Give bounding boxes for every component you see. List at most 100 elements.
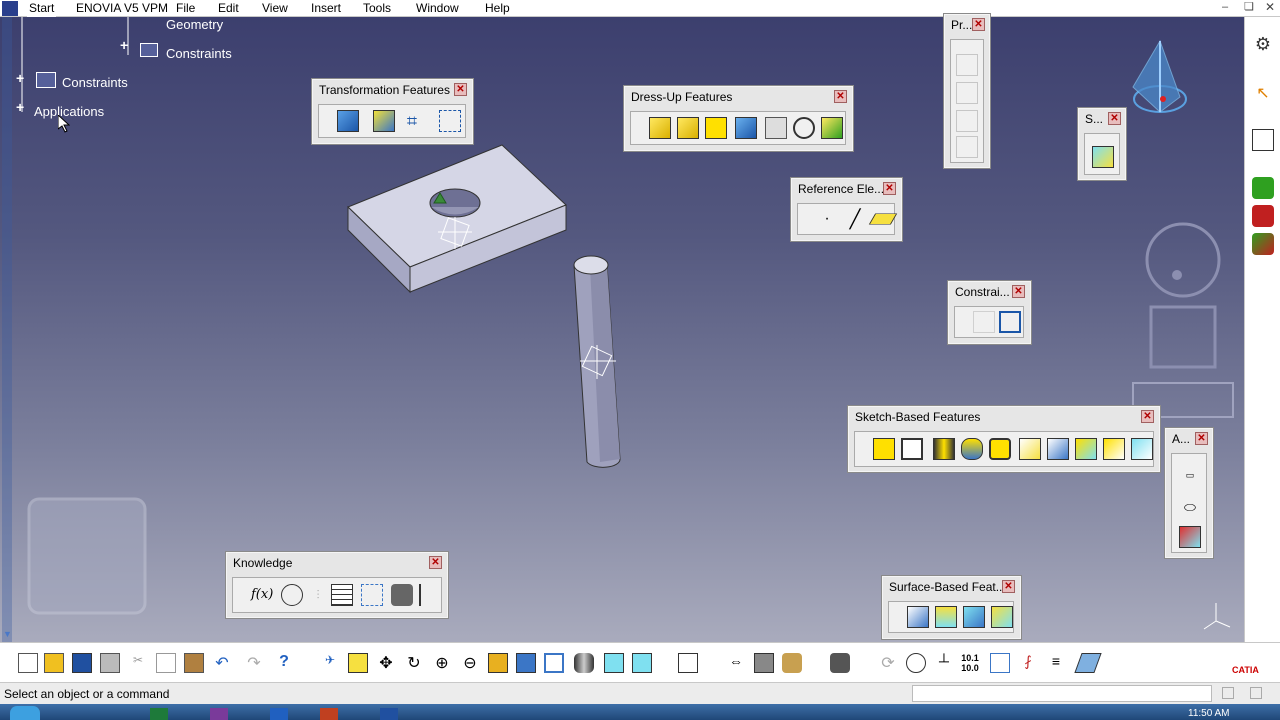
taskbar-app-icon[interactable] [320,708,338,720]
parameter-list-icon[interactable] [419,584,441,606]
print-icon[interactable] [100,653,120,673]
menu-view[interactable]: View [262,1,288,16]
scaling-icon[interactable] [439,110,461,132]
toolbar-sketch[interactable]: Sketch-Based Features ✕ [847,405,1161,473]
close-window-icon[interactable]: ✕ [1265,0,1275,14]
removed-loft-icon[interactable] [1131,438,1153,460]
status-toggle-icon[interactable] [1250,687,1262,699]
toolbar-s[interactable]: S... ✕ [1077,107,1127,181]
help-icon[interactable]: ? [274,653,294,673]
plane-icon[interactable] [868,213,898,225]
thread-icon[interactable] [793,117,815,139]
loft-icon[interactable] [1103,438,1125,460]
groove-icon[interactable] [961,438,983,460]
command-input[interactable] [912,685,1212,702]
toolbar-pr[interactable]: Pr... ✕ [943,13,991,169]
menu-edit[interactable]: Edit [218,1,239,16]
zoom-out-icon[interactable]: ⊖ [460,653,480,673]
plane-view-icon[interactable] [1074,653,1102,673]
text-annotation-icon[interactable]: ▭ [1179,464,1201,486]
toolbar-transformation[interactable]: Transformation Features ✕ ⌗ [311,78,474,145]
close-icon[interactable]: ✕ [834,90,847,103]
taskbar-app-icon[interactable] [380,708,398,720]
close-surface-icon[interactable] [963,606,985,628]
iso-view-icon[interactable] [544,653,564,673]
point-icon[interactable]: · [816,208,838,230]
grid-icon[interactable] [990,653,1010,673]
menu-enovia[interactable]: ENOVIA V5 VPM [76,1,168,16]
flag-note-icon[interactable]: ⬭ [1179,496,1201,518]
catia-logo-icon[interactable] [2,1,18,16]
hand-icon[interactable] [906,653,926,673]
pocket-icon[interactable] [901,438,923,460]
toolbar-dressup[interactable]: Dress-Up Features ✕ [623,85,854,152]
copy-icon[interactable] [156,653,176,673]
menu-help[interactable]: Help [485,1,510,16]
axis-system-icon[interactable]: ┴ [934,653,954,673]
paste-icon[interactable] [184,653,204,673]
stiffener-icon[interactable] [1075,438,1097,460]
3d-annotation-icon[interactable] [1179,526,1201,548]
pad-icon[interactable] [873,438,895,460]
open-icon[interactable] [44,653,64,673]
toolbar-surface[interactable]: Surface-Based Feat... ✕ [881,575,1022,640]
list-icon[interactable]: ≡ [1046,653,1066,673]
thick-surface-icon[interactable] [935,606,957,628]
fly-mode-icon[interactable]: ✈ [320,653,340,673]
save-icon[interactable] [72,653,92,673]
vertical-scrollbar[interactable]: ▼ [0,17,14,642]
filter-icon[interactable]: ⨏ [1018,653,1038,673]
minimize-icon[interactable]: – [1222,1,1228,13]
normal-view-icon[interactable] [488,653,508,673]
zoom-in-icon[interactable]: ⊕ [432,653,452,673]
tree-expand-icon[interactable]: + [120,37,128,53]
pattern-icon[interactable]: ⌗ [401,110,423,132]
tree-expand-icon[interactable]: + [16,70,24,86]
thickness-icon[interactable] [765,117,787,139]
status-toggle-icon[interactable] [1222,687,1234,699]
rib-icon[interactable] [1019,438,1041,460]
toolbar-knowledge[interactable]: Knowledge ✕ f(x) ⫶ [225,551,449,619]
3d-viewport[interactable]: Geometry + Constraints + Constraints + A… [0,17,1244,642]
sketcher-icon[interactable] [1252,129,1274,151]
settings-gear-icon[interactable]: ⚙ [1252,33,1274,55]
menu-tools[interactable]: Tools [363,1,391,16]
shell-icon[interactable] [735,117,757,139]
multi-view-icon[interactable] [516,653,536,673]
close-icon[interactable]: ✕ [1195,432,1208,445]
tree-constraints[interactable]: Constraints [62,75,128,90]
measure-item-icon[interactable] [754,653,774,673]
scroll-down-icon[interactable]: ▼ [3,629,12,639]
split-icon[interactable] [907,606,929,628]
close-icon[interactable]: ✕ [429,556,442,569]
table-icon[interactable] [331,584,353,606]
taskbar-app-icon[interactable] [270,708,288,720]
select-arrow-icon[interactable]: ↖ [1252,83,1274,105]
close-icon[interactable]: ✕ [454,83,467,96]
measure-between-icon[interactable]: ⇔ [726,653,746,673]
analysis-icon[interactable] [1252,233,1274,255]
redo-icon[interactable]: ↷ [244,653,264,673]
measure-inertia-icon[interactable] [782,653,802,673]
fit-all-icon[interactable] [348,653,368,673]
refresh-icon[interactable]: ⟳ [878,653,898,673]
taskbar-clock[interactable]: 11:50 AM [1188,708,1230,719]
remove-face-icon[interactable] [821,117,843,139]
close-icon[interactable]: ✕ [1012,285,1025,298]
compass-icon[interactable] [1132,39,1187,113]
tree-expand-icon[interactable]: + [16,99,24,115]
taskbar-app-icon[interactable] [210,708,228,720]
pan-icon[interactable]: ✥ [376,653,396,673]
close-icon[interactable]: ✕ [1002,580,1015,593]
undo-icon[interactable]: ↶ [212,653,232,673]
hole-icon[interactable] [989,438,1011,460]
knowledge-graph-icon[interactable] [361,584,383,606]
swap-space-icon[interactable] [632,653,652,673]
toolbar-a[interactable]: A... ✕ ▭ ⬭ [1164,427,1214,559]
hide-show-icon[interactable] [604,653,624,673]
toolbar-reference[interactable]: Reference Ele... ✕ · ╱ [790,177,903,242]
close-icon[interactable]: ✕ [883,182,896,195]
shading-icon[interactable] [574,653,594,673]
close-icon[interactable]: ✕ [972,18,985,31]
close-icon[interactable]: ✕ [1141,410,1154,423]
